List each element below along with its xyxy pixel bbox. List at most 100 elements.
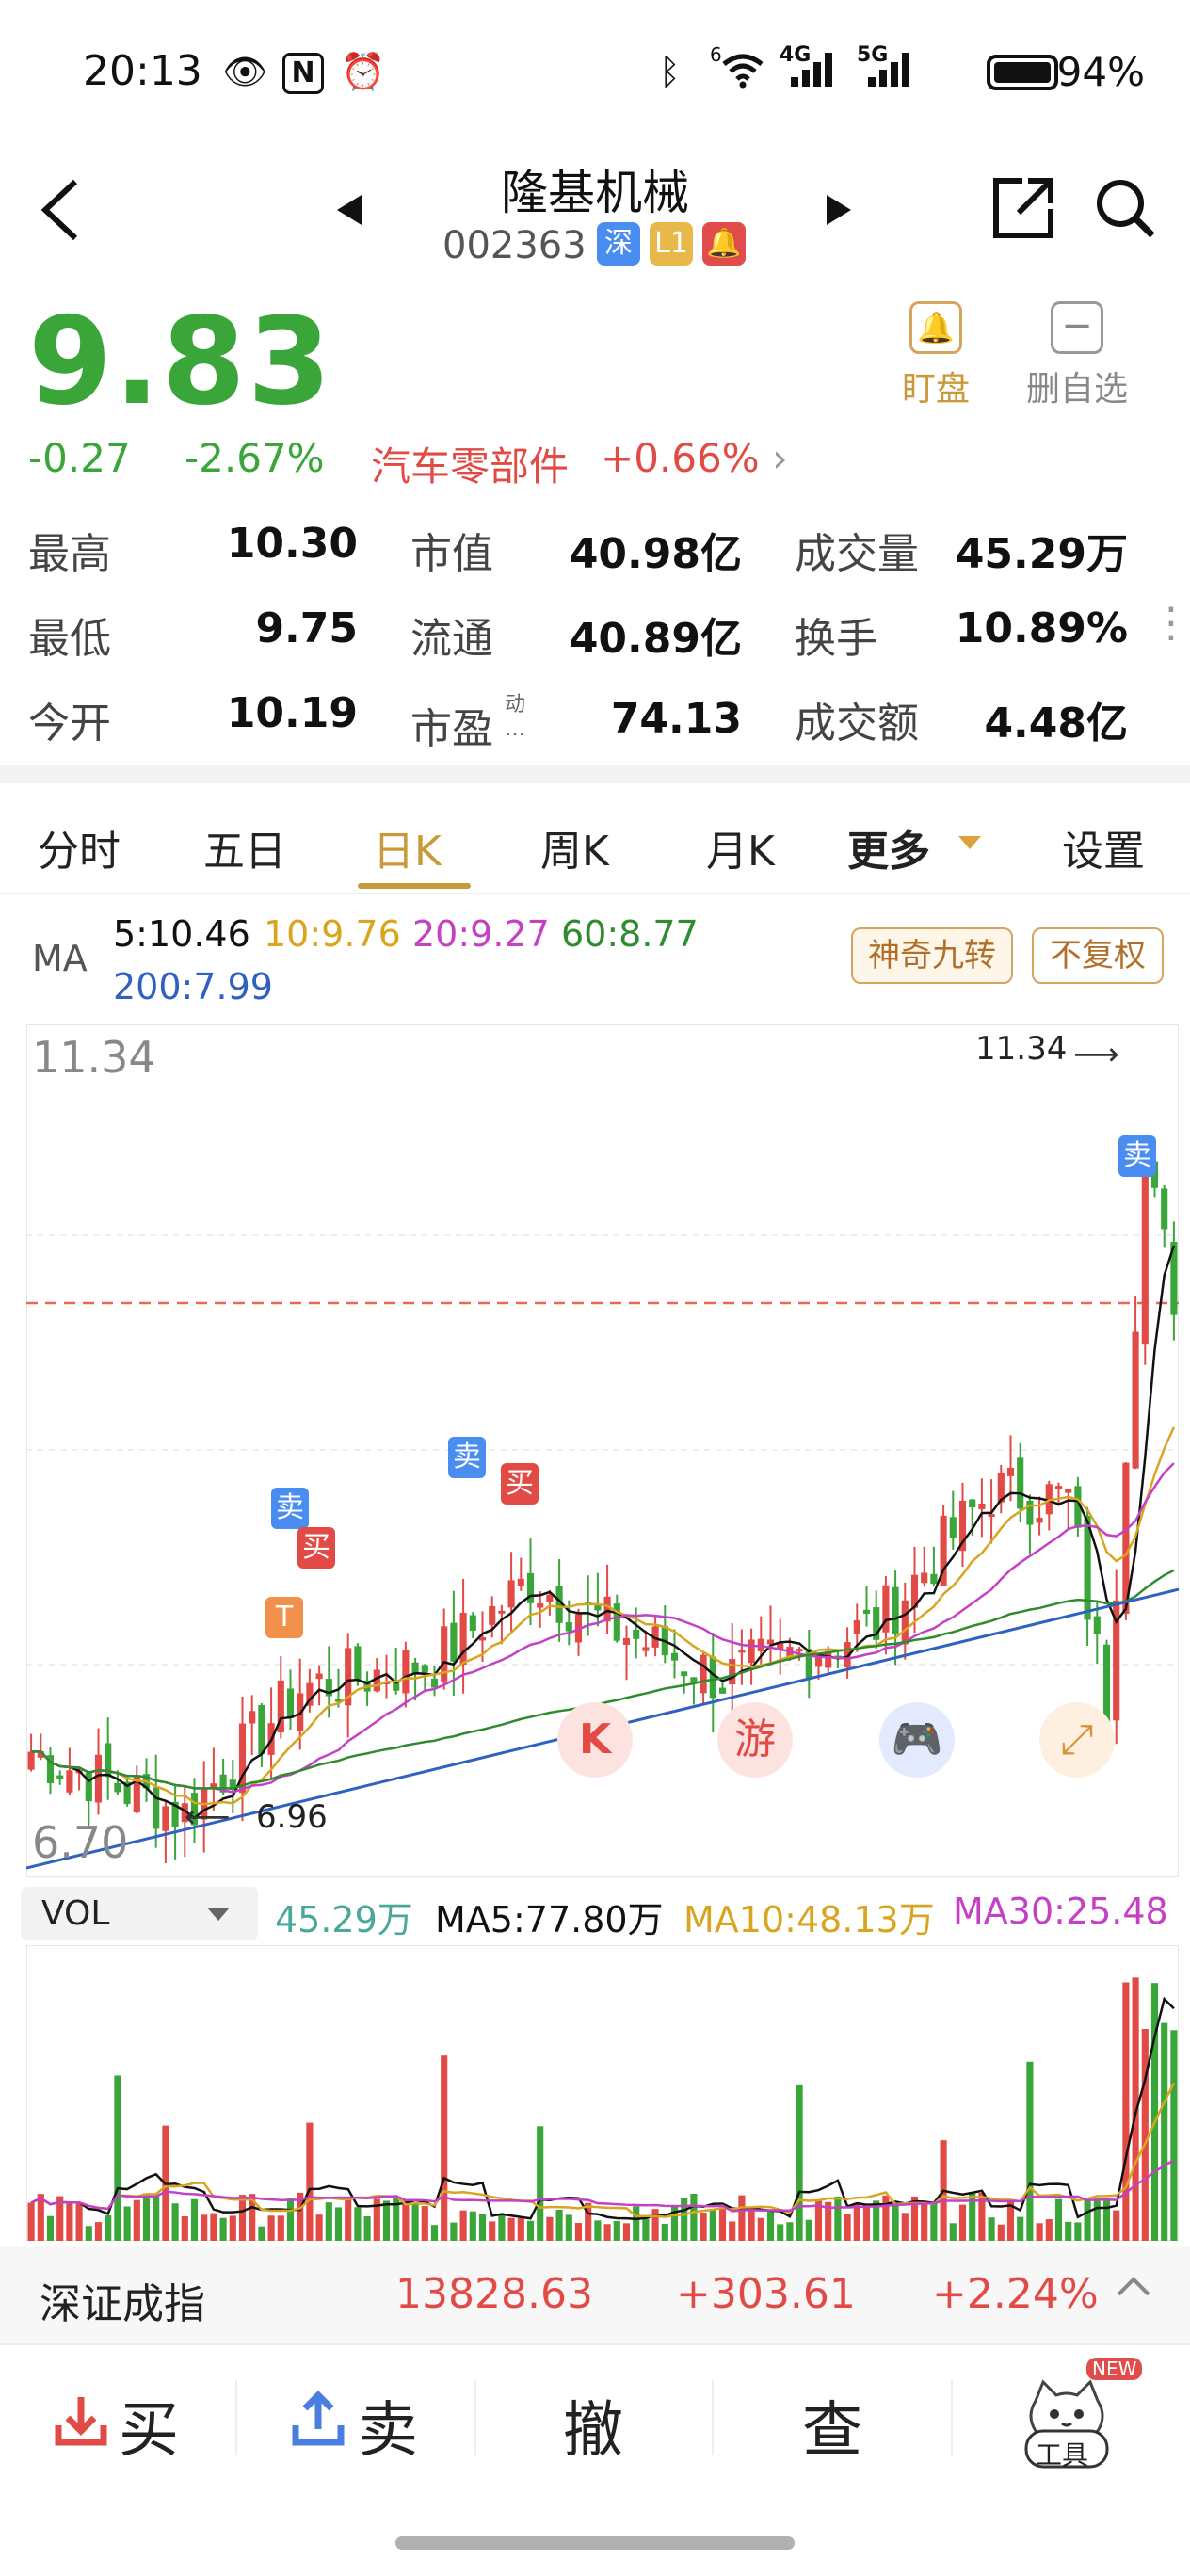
min-price-marker: 6.96 bbox=[256, 1798, 328, 1836]
volume-bar bbox=[85, 2226, 92, 2241]
index-name: 深证成指 bbox=[40, 2280, 205, 2328]
game-button[interactable]: 游 bbox=[717, 1702, 793, 1778]
buy-signal[interactable]: 买 bbox=[501, 1463, 539, 1505]
volume-bar bbox=[921, 2201, 928, 2241]
stat-value-turnover: 10.89% bbox=[955, 604, 1128, 652]
volume-bar bbox=[603, 2224, 611, 2241]
candle-body bbox=[537, 1602, 544, 1608]
volume-bar bbox=[325, 2202, 332, 2241]
stat-label-turnover: 换手 bbox=[795, 615, 877, 663]
indicator-selector[interactable]: VOL bbox=[21, 1887, 258, 1940]
candle-body bbox=[162, 1806, 169, 1831]
tab-monthly-k[interactable]: 月K bbox=[706, 817, 775, 877]
volume-chart[interactable] bbox=[26, 1945, 1179, 2241]
volume-bar bbox=[46, 2215, 55, 2241]
sell-button[interactable] bbox=[290, 2391, 346, 2452]
stat-value-float: 40.89亿 bbox=[569, 615, 742, 663]
tab-settings[interactable]: 设置 bbox=[1062, 817, 1145, 877]
volume-bar bbox=[421, 2206, 428, 2241]
candle-body bbox=[700, 1654, 707, 1694]
index-change: +303.61 bbox=[676, 2270, 856, 2318]
candle-body bbox=[430, 1678, 439, 1688]
more-dots-icon[interactable]: ⋮ bbox=[1150, 599, 1190, 647]
volume-bar bbox=[526, 2220, 535, 2241]
tools-button[interactable]: 工具 NEW bbox=[1015, 2358, 1143, 2472]
volume-bar bbox=[1036, 2223, 1043, 2241]
volume-bar bbox=[1054, 2198, 1063, 2241]
sell-label[interactable]: 卖 bbox=[358, 2382, 418, 2469]
alert-bell-icon[interactable]: 🔔 bbox=[702, 222, 746, 266]
cancel-button[interactable]: 撤 bbox=[563, 2382, 623, 2469]
index-bar[interactable]: 深证成指 13828.63 +303.61 +2.24% bbox=[0, 2246, 1190, 2343]
stat-value-high: 10.30 bbox=[226, 520, 358, 568]
home-indicator[interactable] bbox=[395, 2536, 795, 2550]
gamepad-icon[interactable]: 🎮 bbox=[879, 1702, 955, 1778]
volume-bar bbox=[1093, 2198, 1101, 2241]
candle-body bbox=[988, 1514, 995, 1518]
volume-bar bbox=[1113, 2210, 1120, 2241]
watch-button[interactable]: 🔔 盯盘 bbox=[879, 301, 992, 411]
t-signal[interactable]: T bbox=[265, 1597, 303, 1638]
volume-bar bbox=[382, 2200, 391, 2241]
sector-name[interactable]: 汽车零部件 bbox=[371, 435, 569, 492]
search-icon[interactable] bbox=[1092, 175, 1158, 245]
volume-bar bbox=[988, 2217, 995, 2241]
volume-bar bbox=[27, 2202, 35, 2241]
candle-body bbox=[1141, 1164, 1149, 1345]
volume-bar bbox=[796, 2084, 803, 2241]
sell-signal[interactable]: 卖 bbox=[1118, 1135, 1156, 1177]
section-divider bbox=[0, 765, 1190, 783]
sector-chevron-icon[interactable]: › bbox=[772, 435, 788, 481]
volume-bar bbox=[681, 2198, 688, 2241]
stat-label-volume: 成交量 bbox=[795, 530, 919, 578]
current-price: 9.83 bbox=[28, 292, 333, 432]
sell-signal[interactable]: 卖 bbox=[271, 1488, 309, 1529]
candle-body bbox=[729, 1659, 736, 1685]
volume-bar bbox=[354, 2207, 362, 2241]
volume-bar bbox=[181, 2216, 188, 2241]
more-dropdown-icon[interactable] bbox=[957, 834, 983, 855]
sector-change[interactable]: +0.66% bbox=[601, 435, 760, 481]
query-button[interactable]: 查 bbox=[802, 2382, 862, 2469]
share-icon[interactable] bbox=[990, 175, 1056, 245]
candle-body bbox=[258, 1704, 265, 1754]
sell-signal[interactable]: 卖 bbox=[448, 1437, 486, 1478]
volume-bar bbox=[949, 2223, 957, 2241]
tab-daily-k[interactable]: 日K bbox=[373, 817, 442, 877]
divider bbox=[951, 2380, 953, 2455]
status-bar: 20:13 👁 N ⏰ ᛒ 6 4G 5G 94% bbox=[0, 38, 1190, 113]
tab-intraday[interactable]: 分时 bbox=[38, 817, 121, 877]
battery-percent: 94% bbox=[1056, 49, 1145, 95]
tab-more[interactable]: 更多 bbox=[847, 817, 930, 877]
remove-watchlist-button[interactable]: − 删自选 bbox=[1021, 301, 1134, 411]
candle-body bbox=[796, 1649, 803, 1652]
market-tag: 深 bbox=[597, 222, 640, 266]
new-badge: NEW bbox=[1086, 2358, 1143, 2380]
candle-body bbox=[1054, 1486, 1063, 1489]
buy-signal[interactable]: 买 bbox=[298, 1527, 335, 1569]
candle-body bbox=[1132, 1331, 1139, 1469]
kline-button[interactable]: K bbox=[557, 1702, 633, 1778]
buy-label[interactable]: 买 bbox=[119, 2382, 179, 2469]
chevron-up-icon[interactable] bbox=[1115, 2272, 1152, 2304]
indicator-selector-label: VOL bbox=[41, 1894, 110, 1933]
adjust-button[interactable]: 不复权 bbox=[1032, 927, 1164, 984]
volume-bar bbox=[478, 2214, 487, 2241]
expand-icon[interactable]: ⤢ bbox=[1039, 1702, 1115, 1778]
candle-body bbox=[1036, 1518, 1043, 1523]
magic-nine-button[interactable]: 神奇九转 bbox=[851, 927, 1013, 984]
candle-body bbox=[517, 1578, 524, 1586]
ma20-value: 20:9.27 bbox=[412, 913, 550, 955]
tab-weekly-k[interactable]: 周K bbox=[540, 817, 609, 877]
volume-bar bbox=[411, 2202, 419, 2241]
volume-bar bbox=[277, 2215, 284, 2241]
max-arrow-icon: ⟶ bbox=[1073, 1036, 1119, 1073]
volume-bar bbox=[1161, 2022, 1168, 2241]
ma60-value: 60:8.77 bbox=[561, 913, 699, 955]
tab-five-day[interactable]: 五日 bbox=[203, 817, 286, 877]
candle-body bbox=[315, 1673, 323, 1680]
volume-bar bbox=[459, 2210, 467, 2241]
volume-bar bbox=[729, 2221, 736, 2241]
buy-button[interactable] bbox=[53, 2391, 109, 2452]
volume-bar bbox=[469, 2211, 476, 2241]
